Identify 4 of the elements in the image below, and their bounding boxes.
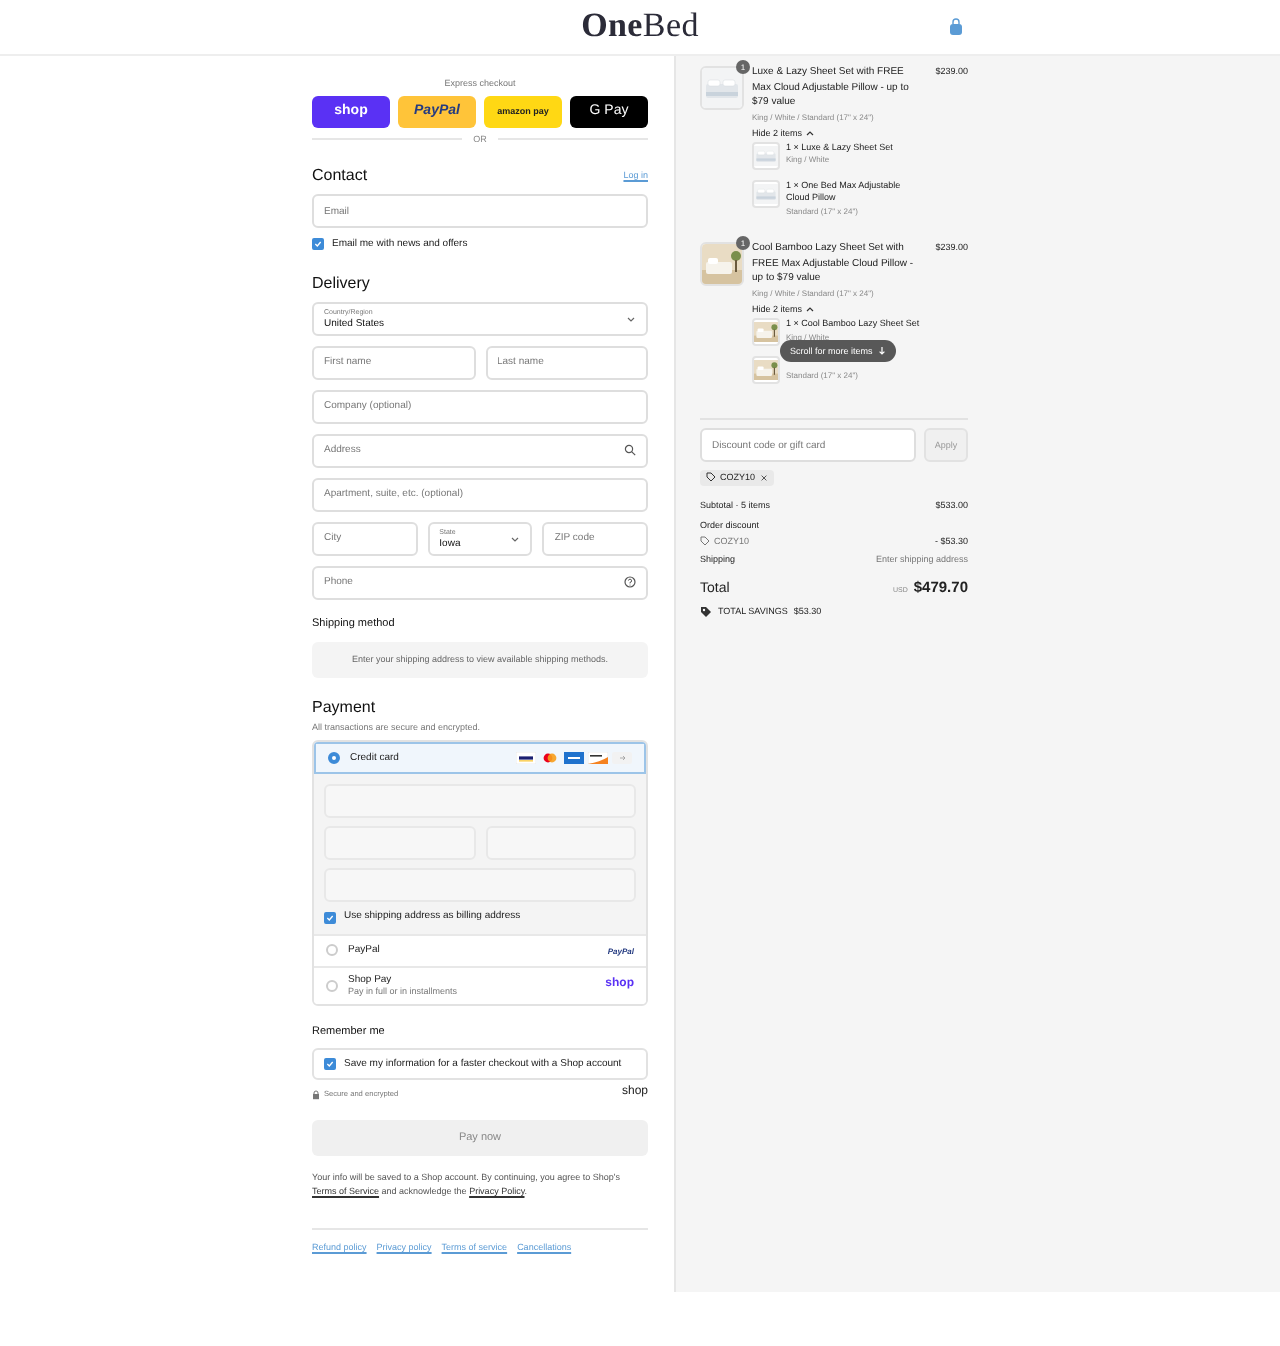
- logo[interactable]: OneBed: [581, 4, 699, 50]
- section-heading: Delivery: [312, 273, 372, 294]
- section-heading: Contact: [312, 165, 368, 187]
- section-heading: Payment: [312, 698, 378, 719]
